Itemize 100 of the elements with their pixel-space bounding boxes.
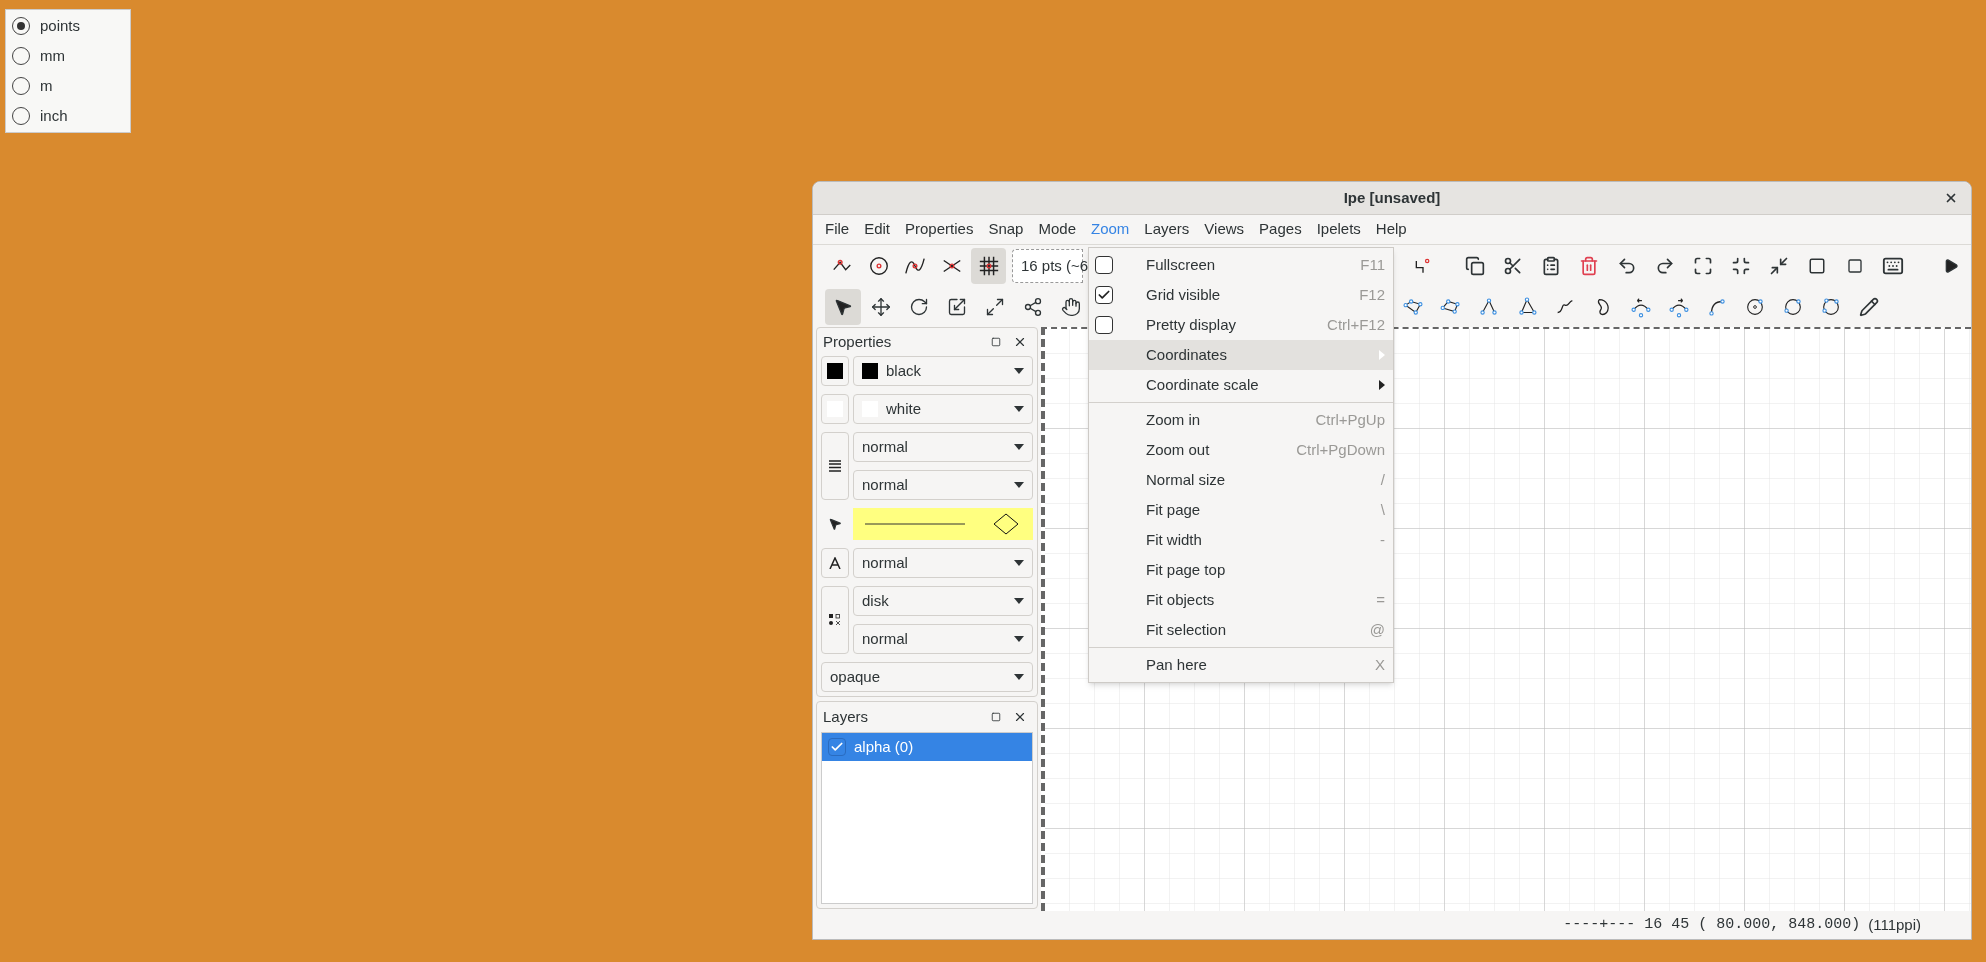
shortcut-text: F11 — [1360, 254, 1385, 275]
menu-entry[interactable]: Pretty display Ctrl+F12 — [1089, 310, 1393, 340]
radio-option[interactable]: mm — [12, 44, 124, 68]
text-size-button[interactable] — [821, 548, 849, 578]
checkbox[interactable] — [1095, 256, 1113, 274]
color-button[interactable] — [821, 356, 849, 386]
dropdown-value: disk — [862, 590, 890, 611]
check-icon — [1097, 288, 1111, 302]
menu-item[interactable]: Mode — [1032, 218, 1082, 241]
line-width-icon — [829, 460, 841, 472]
polygon-icon — [1402, 296, 1424, 318]
close-icon — [1944, 191, 1958, 205]
grid-size-value: 16 pts (~6 — [1020, 255, 1089, 276]
menu-entry[interactable]: Fit selection @ — [1089, 615, 1393, 645]
mark-button[interactable] — [821, 586, 849, 654]
menu-item[interactable]: Help — [1369, 218, 1413, 241]
dropdown-arrow-icon — [1014, 636, 1024, 642]
checkbox[interactable] — [828, 738, 846, 756]
checkbox[interactable] — [1095, 286, 1113, 304]
dropdown-arrow-icon — [1014, 598, 1024, 604]
mode-button[interactable] — [825, 289, 861, 325]
dropdown[interactable]: normal — [853, 470, 1033, 500]
window-title: Ipe [unsaved] — [1343, 187, 1441, 208]
menu-entry[interactable]: Coordinates — [1089, 340, 1393, 370]
menu-item[interactable]: Zoom — [1085, 218, 1136, 241]
pointer-icon — [828, 517, 842, 531]
letter-icon — [829, 557, 841, 569]
menu-item[interactable]: Ipelets — [1310, 218, 1367, 241]
float-icon — [991, 337, 1001, 347]
dropdown-value: opaque — [830, 666, 882, 687]
menu-item[interactable]: Edit — [858, 218, 897, 241]
dropdown-arrow-icon — [1014, 406, 1024, 412]
menu-entry[interactable]: Grid visible F12 — [1089, 280, 1393, 310]
menu-item[interactable]: Layers — [1138, 218, 1196, 241]
menu-entry[interactable]: Fit page top — [1089, 555, 1393, 585]
menu-entry[interactable]: Fit objects = — [1089, 585, 1393, 615]
dropdown-arrow-icon — [1014, 482, 1024, 488]
expand-icon — [1692, 256, 1713, 276]
radio-option[interactable]: inch — [12, 104, 124, 128]
arc-icon — [1668, 296, 1690, 318]
rotate-icon — [909, 297, 929, 317]
copy-icon — [1464, 256, 1485, 276]
dropdown[interactable]: normal — [853, 432, 1033, 462]
menu-item[interactable]: Views — [1198, 218, 1251, 241]
layer-row[interactable]: alpha (0) — [822, 733, 1032, 761]
close-icon — [1013, 335, 1027, 349]
shear-icon — [985, 297, 1005, 317]
check-icon — [830, 740, 844, 754]
dropdown-value: normal — [862, 552, 909, 573]
arc-icon — [1630, 296, 1652, 318]
menu-entry[interactable]: Zoom in Ctrl+PgUp — [1089, 405, 1393, 435]
menu-entry[interactable]: Fit width - — [1089, 525, 1393, 555]
snap-boundary-icon — [867, 255, 890, 277]
circle-icon — [1782, 296, 1804, 318]
pen-button[interactable] — [821, 432, 849, 500]
panel-title: Properties — [823, 331, 893, 352]
menu-entry[interactable]: Pan here X — [1089, 650, 1393, 680]
shortcut-text: X — [1375, 654, 1385, 675]
shortcut-text: / — [1380, 469, 1385, 490]
dropdown[interactable]: normal — [853, 548, 1033, 578]
dropdown[interactable]: normal — [853, 624, 1033, 654]
panel-title: Layers — [823, 706, 870, 727]
arc-icon — [1706, 296, 1728, 318]
circle-icon — [1744, 296, 1766, 318]
dropdown-value: normal — [862, 628, 909, 649]
menu-entry[interactable]: Coordinate scale — [1089, 370, 1393, 400]
menu-entry[interactable]: Normal size / — [1089, 465, 1393, 495]
menu-item[interactable]: Pages — [1253, 218, 1308, 241]
checkbox[interactable] — [1095, 316, 1113, 334]
color-button[interactable] — [821, 394, 849, 424]
snap-button[interactable] — [971, 248, 1006, 284]
coordinates-readout: ----+--- 16 45 ( 80.000, 848.000) — [1563, 914, 1861, 935]
menu-entry[interactable]: Fit page \ — [1089, 495, 1393, 525]
menu-entry[interactable]: Zoom out Ctrl+PgDown — [1089, 435, 1393, 465]
shortcut-text: Ctrl+PgDown — [1296, 439, 1385, 460]
frame-icon — [1846, 258, 1863, 274]
move-icon — [871, 297, 891, 317]
pencil-icon — [1859, 297, 1879, 317]
triangle-icon — [1516, 296, 1538, 318]
snap-grid-icon — [977, 255, 1000, 277]
shortcut-text: F12 — [1359, 284, 1385, 305]
stretch-icon — [947, 297, 967, 317]
shortcut-text: \ — [1380, 499, 1385, 520]
float-icon — [991, 712, 1001, 722]
menu-item[interactable]: File — [819, 218, 856, 241]
menu-entry[interactable]: Fullscreen F11 — [1089, 250, 1393, 280]
menu-item[interactable]: Snap — [982, 218, 1030, 241]
menu-item[interactable]: Properties — [899, 218, 980, 241]
delete-icon — [1578, 256, 1599, 276]
radio-option[interactable]: m — [12, 74, 124, 98]
dropdown-value: white — [886, 398, 923, 419]
shortcut-text: @ — [1369, 619, 1385, 640]
marks-icon — [829, 614, 841, 626]
dropdown[interactable]: white — [853, 394, 1033, 424]
dropdown[interactable]: black — [853, 356, 1033, 386]
dropdown[interactable]: opaque — [821, 662, 1033, 692]
dropdown[interactable]: disk — [853, 586, 1033, 616]
dropdown-value: normal — [862, 436, 909, 457]
radio-option[interactable]: points — [12, 14, 124, 38]
dropdown-value: normal — [862, 474, 909, 495]
